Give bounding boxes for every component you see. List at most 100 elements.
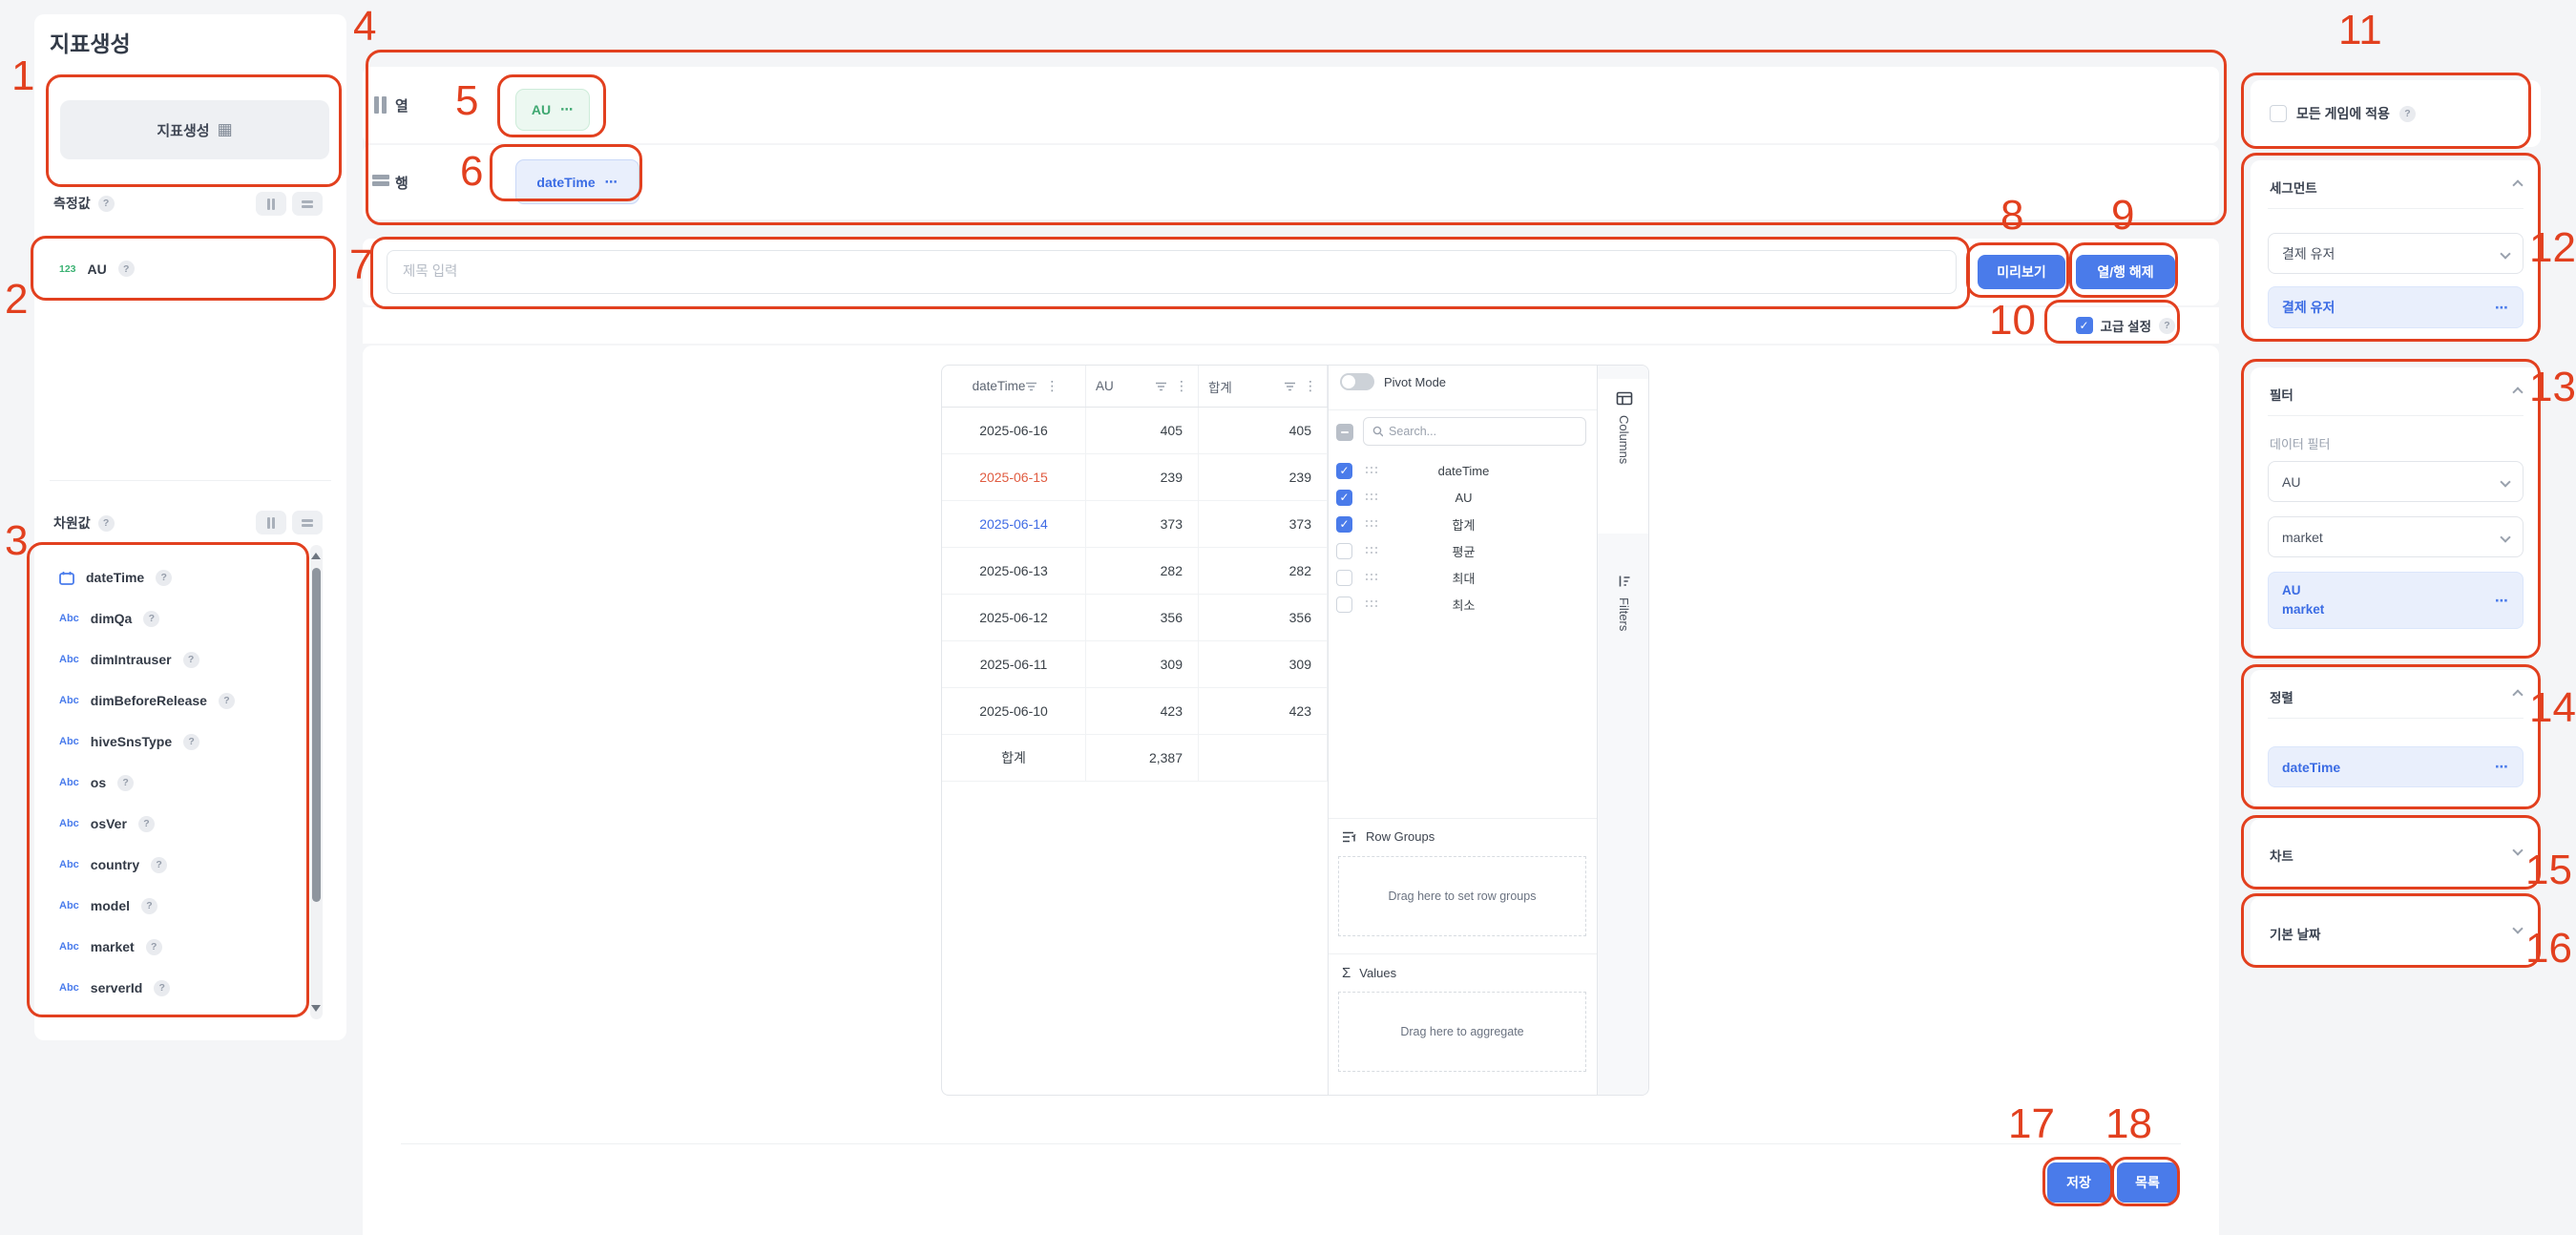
pivot-field-dateTime: ✓dateTime [1329, 457, 1598, 484]
filter-select-au[interactable]: AU [2268, 461, 2524, 502]
chevron-down-icon [2500, 476, 2510, 487]
dimension-item-serverid[interactable]: AbcserverId? [59, 972, 170, 1004]
chip-more-icon[interactable]: ⋯ [2495, 759, 2509, 775]
dimension-item-model[interactable]: Abcmodel? [59, 890, 157, 922]
dimension-help-icon[interactable]: ? [117, 775, 134, 791]
dimension-label: dimIntrauser [91, 652, 172, 667]
columns-dropzone-band: 열 AU ⋯ [363, 67, 2219, 143]
measures-help-icon[interactable]: ? [98, 196, 115, 212]
dimension-help-icon[interactable]: ? [141, 898, 157, 914]
row-groups-dropzone[interactable]: Drag here to set row groups [1338, 856, 1586, 936]
chip-more-icon[interactable]: ⋯ [560, 102, 574, 117]
chip-more-icon[interactable]: ⋯ [2495, 593, 2509, 609]
collapse-icon[interactable] [2512, 689, 2523, 700]
dimension-item-market[interactable]: Abcmarket? [59, 931, 162, 963]
assign-rows-button[interactable] [292, 192, 323, 216]
select-all-checkbox[interactable] [1336, 424, 1353, 441]
collapse-icon[interactable] [2512, 387, 2523, 397]
tab-columns[interactable]: Columns [1598, 379, 1649, 534]
column-menu-icon[interactable]: ⋮ [1045, 378, 1058, 394]
dimension-help-icon[interactable]: ? [156, 570, 172, 586]
drag-handle-icon[interactable] [1366, 574, 1377, 581]
preview-button[interactable]: 미리보기 [1978, 255, 2065, 289]
dim-assign-rows-button[interactable] [292, 511, 323, 534]
field-checkbox[interactable]: ✓ [1336, 516, 1352, 533]
drag-handle-icon[interactable] [1366, 467, 1377, 474]
column-search-input[interactable] [1389, 425, 1577, 438]
columns-tool-panel: Pivot Mode ✓dateTime✓AU✓합계평균최대최소 Row Gro… [1328, 366, 1597, 1096]
header-au[interactable]: AU ⋮ [1086, 366, 1199, 407]
chip-more-icon[interactable]: ⋯ [2495, 300, 2509, 316]
scroll-up-icon[interactable] [311, 553, 321, 559]
save-button[interactable]: 저장 [2047, 1162, 2110, 1203]
chart-card[interactable]: 차트 [2251, 819, 2541, 888]
drag-handle-icon[interactable] [1366, 520, 1377, 528]
dimension-help-icon[interactable]: ? [154, 980, 170, 996]
filter-chip[interactable]: AU market ⋯ [2268, 572, 2524, 629]
dimension-help-icon[interactable]: ? [138, 816, 155, 832]
dimension-item-osver[interactable]: AbcosVer? [59, 807, 155, 840]
drag-handle-icon[interactable] [1366, 547, 1377, 555]
header-total[interactable]: 합계 ⋮ [1199, 366, 1328, 407]
create-metric-button[interactable]: 지표생성 ▦ [60, 100, 329, 159]
field-checkbox[interactable]: ✓ [1336, 490, 1352, 506]
filter-icon[interactable] [1284, 382, 1296, 391]
dimension-item-dimqa[interactable]: AbcdimQa? [59, 602, 159, 635]
column-menu-icon[interactable]: ⋮ [1175, 378, 1188, 394]
field-checkbox[interactable] [1336, 543, 1352, 559]
drag-handle-icon[interactable] [1366, 493, 1377, 501]
values-dropzone[interactable]: Drag here to aggregate [1338, 992, 1586, 1072]
dimension-item-country[interactable]: Abccountry? [59, 848, 167, 881]
field-checkbox[interactable] [1336, 597, 1352, 613]
base-date-card[interactable]: 기본 날짜 [2251, 897, 2541, 966]
sort-chip[interactable]: dateTime ⋯ [2268, 746, 2524, 787]
column-chip-au[interactable]: AU ⋯ [515, 89, 590, 131]
collapse-icon[interactable] [2512, 179, 2523, 190]
filter-select-market[interactable]: market [2268, 516, 2524, 557]
apply-all-help-icon[interactable]: ? [2399, 106, 2416, 122]
title-input[interactable] [387, 250, 1957, 294]
pivot-mode-toggle[interactable] [1340, 373, 1374, 390]
dimension-help-icon[interactable]: ? [219, 693, 235, 709]
base-date-title: 기본 날짜 [2270, 924, 2320, 943]
column-menu-icon[interactable]: ⋮ [1304, 378, 1317, 394]
dimension-help-icon[interactable]: ? [151, 857, 167, 873]
dimension-item-dimbeforerelease[interactable]: AbcdimBeforeRelease? [59, 684, 235, 717]
apply-all-checkbox[interactable] [2270, 105, 2287, 122]
dimension-label: dimQa [91, 611, 133, 626]
dim-assign-columns-button[interactable] [256, 511, 286, 534]
filter-icon[interactable] [1025, 382, 1037, 391]
segment-select[interactable]: 결제 유저 [2268, 233, 2524, 274]
release-columns-rows-button[interactable]: 열/행 해제 [2076, 255, 2175, 289]
field-checkbox[interactable]: ✓ [1336, 463, 1352, 479]
scroll-down-icon[interactable] [311, 1005, 321, 1012]
table-row: 2025-06-11309309 [942, 641, 1328, 688]
dimension-item-os[interactable]: Abcos? [59, 766, 134, 799]
row-chip-datetime[interactable]: dateTime ⋯ [515, 159, 639, 204]
tab-filters[interactable]: Filters [1598, 562, 1649, 705]
dimension-help-icon[interactable]: ? [146, 939, 162, 955]
drag-handle-icon[interactable] [1366, 600, 1377, 608]
header-datetime[interactable]: dateTime ⋮ [942, 366, 1086, 407]
chip-more-icon[interactable]: ⋯ [605, 175, 618, 190]
dimension-help-icon[interactable]: ? [183, 652, 199, 668]
dimension-scrollbar[interactable] [310, 545, 323, 1019]
dimension-help-icon[interactable]: ? [183, 734, 199, 750]
dimension-item-hivesnstype[interactable]: AbchiveSnsType? [59, 725, 199, 758]
create-metric-label: 지표생성 [157, 120, 209, 140]
assign-columns-button[interactable] [256, 192, 286, 216]
advanced-help-icon[interactable]: ? [2159, 318, 2175, 334]
advanced-settings-checkbox[interactable]: ✓ [2076, 317, 2093, 334]
measure-help-icon[interactable]: ? [118, 261, 135, 277]
date-cell: 2025-06-13 [942, 548, 1086, 594]
field-checkbox[interactable] [1336, 570, 1352, 586]
list-button[interactable]: 목록 [2117, 1162, 2178, 1203]
filter-icon[interactable] [1155, 382, 1167, 391]
dimensions-help-icon[interactable]: ? [98, 515, 115, 532]
dimension-help-icon[interactable]: ? [143, 611, 159, 627]
dimension-item-dimintrauser[interactable]: AbcdimIntrauser? [59, 643, 199, 676]
dimension-item-datetime[interactable]: dateTime? [59, 561, 172, 594]
segment-chip[interactable]: 결제 유저 ⋯ [2268, 286, 2524, 328]
measure-item-au[interactable]: 123 AU ? [59, 261, 135, 277]
scrollbar-thumb[interactable] [312, 568, 321, 902]
